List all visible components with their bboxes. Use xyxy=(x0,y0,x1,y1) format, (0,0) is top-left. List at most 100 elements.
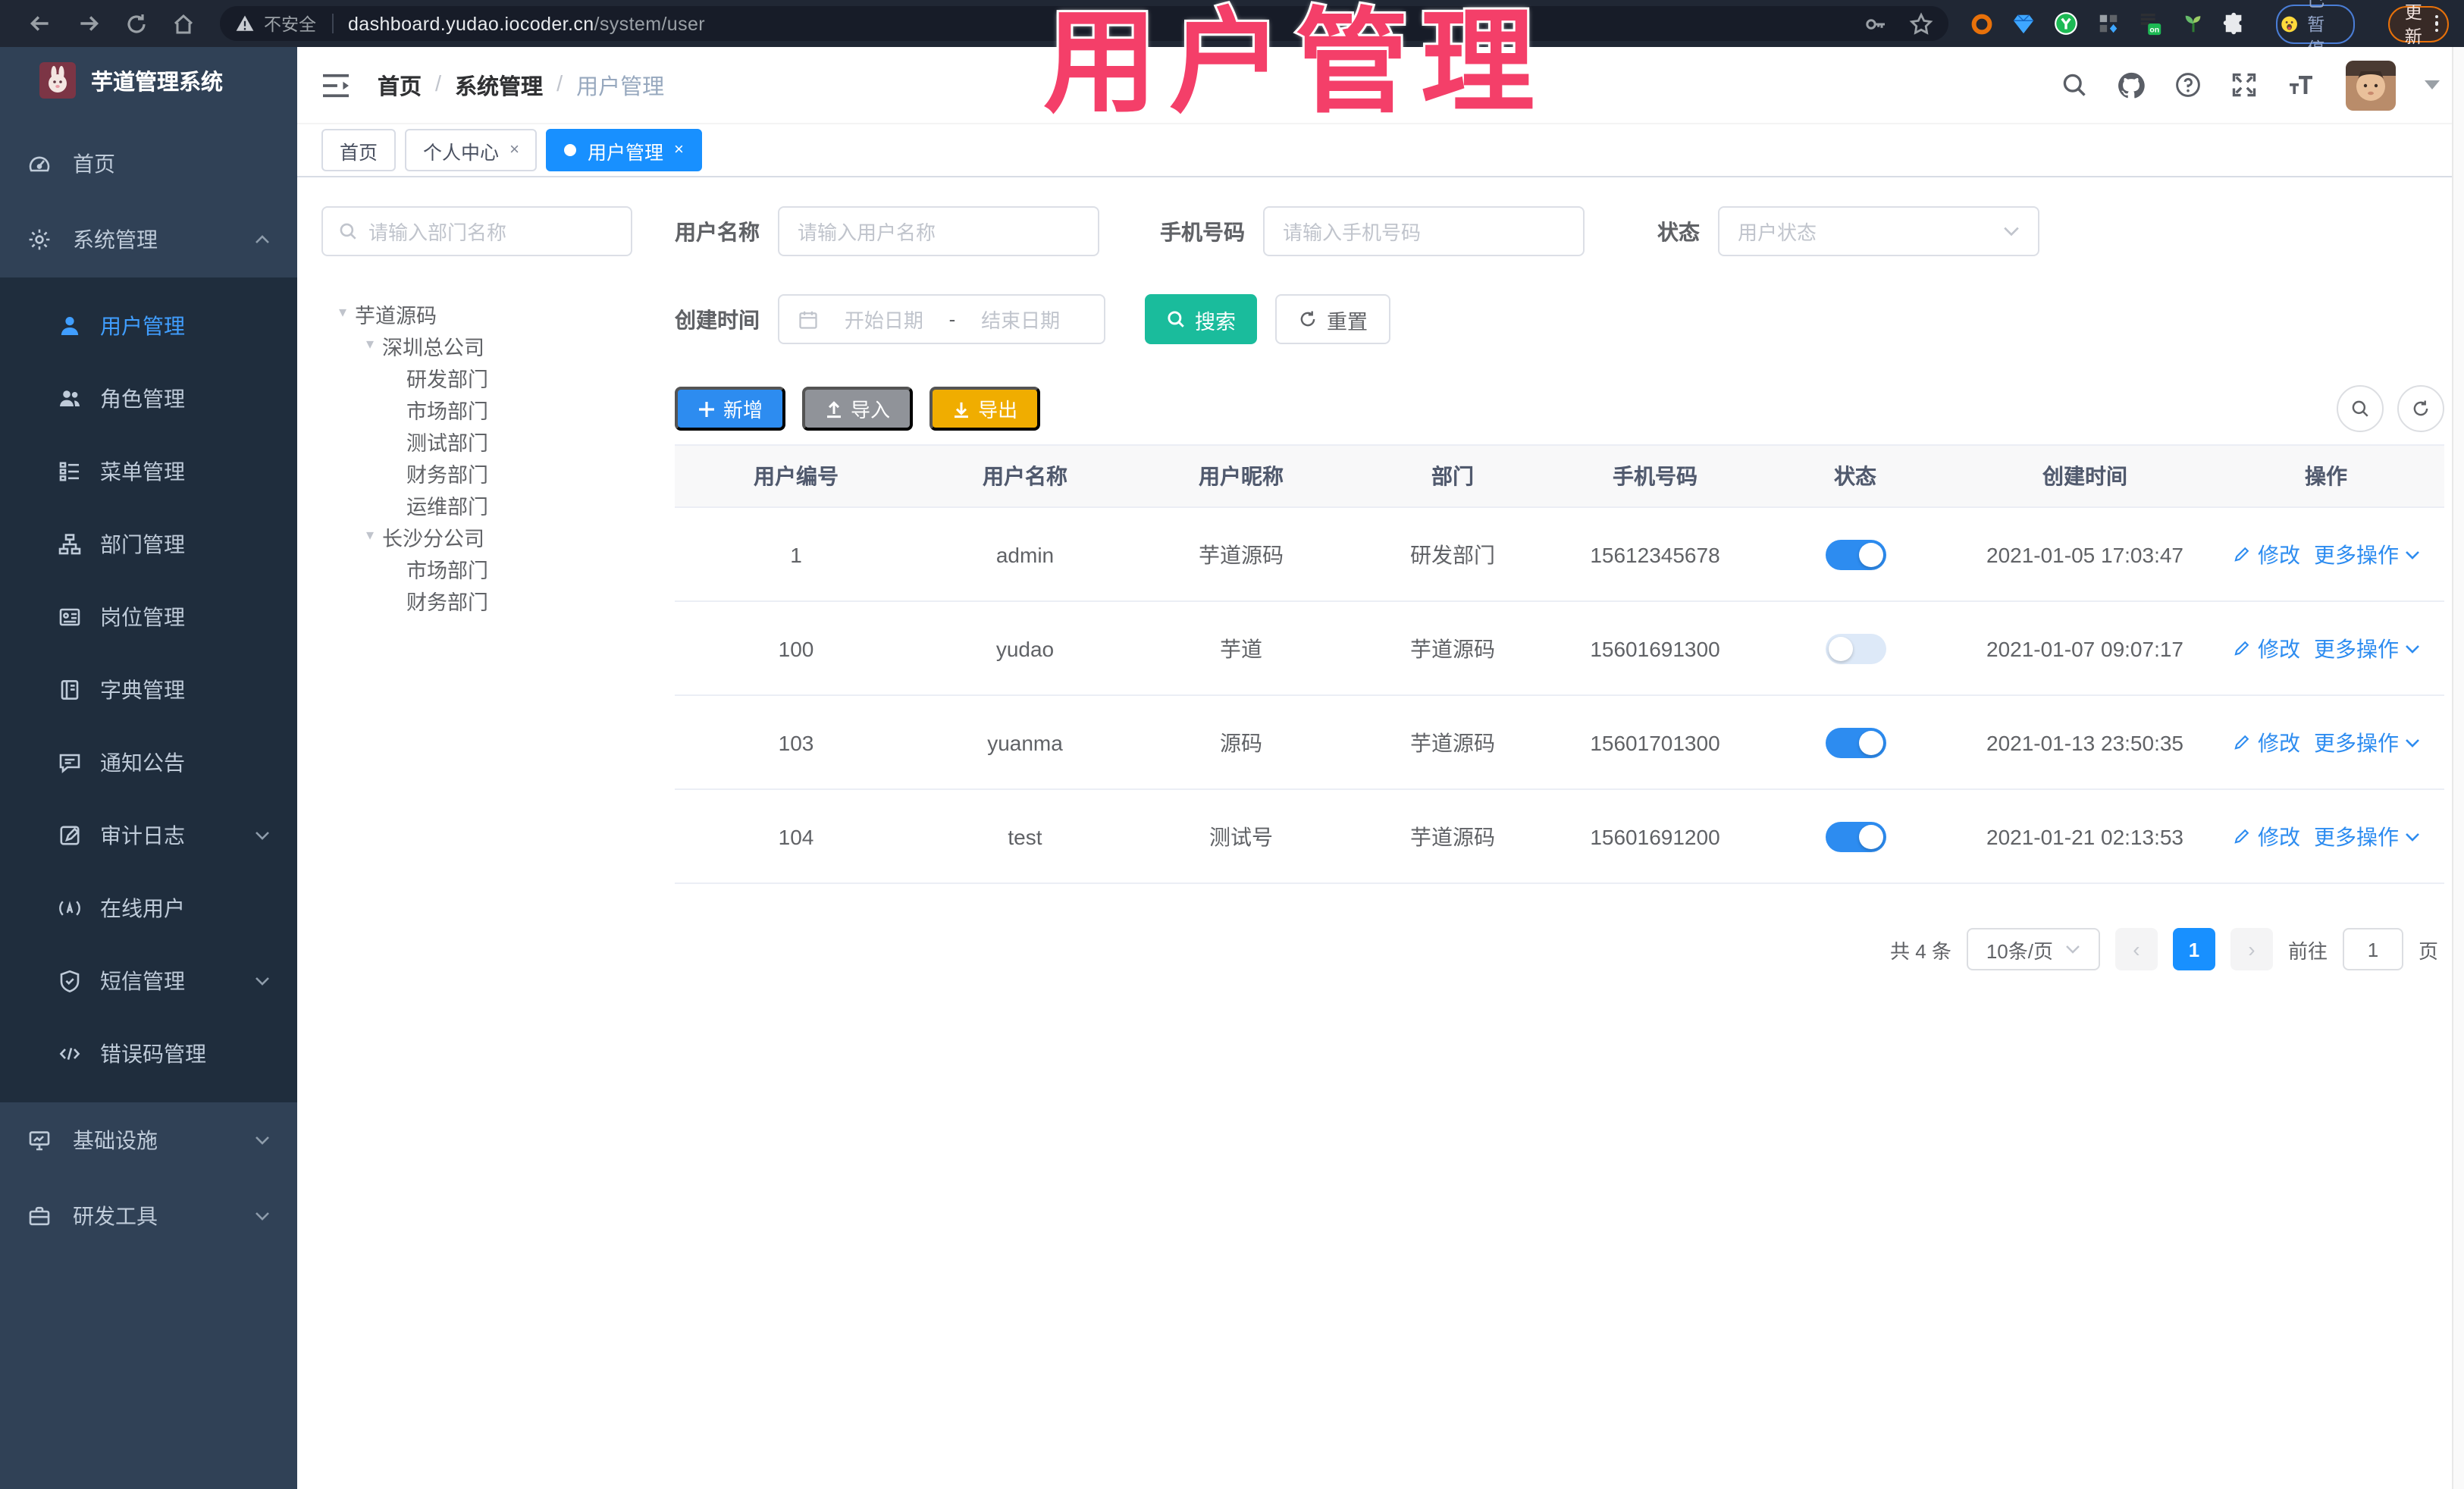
sidebar-collapse-icon[interactable] xyxy=(321,72,350,98)
header-search-icon[interactable] xyxy=(2061,71,2088,99)
chevron-down-icon[interactable] xyxy=(2405,644,2420,653)
chevron-down-icon[interactable] xyxy=(2405,738,2420,747)
bookmark-star-icon[interactable] xyxy=(1909,11,1933,36)
sidebar-item-infrastructure[interactable]: 基础设施 xyxy=(0,1102,297,1178)
help-icon[interactable] xyxy=(2174,71,2202,99)
date-start-placeholder: 开始日期 xyxy=(844,309,923,332)
goto-page-input[interactable]: 1 xyxy=(2342,928,2403,970)
tab-profile[interactable]: 个人中心 × xyxy=(405,129,538,171)
url-text[interactable]: dashboard.yudao.iocoder.cn/system/user xyxy=(348,13,705,34)
search-button[interactable]: 搜索 xyxy=(1145,294,1257,344)
next-page-button[interactable]: › xyxy=(2230,928,2273,970)
tree-node[interactable]: 市场部门 xyxy=(321,552,654,584)
tree-node[interactable]: ▾ 深圳总公司 xyxy=(321,329,654,361)
back-icon[interactable] xyxy=(27,11,53,36)
tree-node[interactable]: 测试部门 xyxy=(321,425,654,456)
sidebar-item-sms-management[interactable]: 短信管理 xyxy=(0,945,297,1017)
edit-link[interactable]: 修改 xyxy=(2258,539,2300,569)
close-icon[interactable]: × xyxy=(509,141,519,159)
username-input[interactable]: 请输入用户名称 xyxy=(778,206,1099,256)
sidebar-item-post-management[interactable]: 岗位管理 xyxy=(0,581,297,654)
sidebar-item-menu-management[interactable]: 菜单管理 xyxy=(0,435,297,508)
tree-node[interactable]: ▾ 长沙分公司 xyxy=(321,520,654,552)
prev-page-button[interactable]: ‹ xyxy=(2114,928,2158,970)
tree-node[interactable]: 财务部门 xyxy=(321,584,654,616)
mobile-input[interactable]: 请输入手机号码 xyxy=(1263,206,1585,256)
edit-link[interactable]: 修改 xyxy=(2258,633,2300,663)
more-actions-link[interactable]: 更多操作 xyxy=(2314,727,2399,757)
tree-node[interactable]: 财务部门 xyxy=(321,456,654,488)
show-search-toggle-button[interactable] xyxy=(2337,385,2384,432)
github-icon[interactable] xyxy=(2117,71,2146,99)
chevron-down-icon[interactable] xyxy=(2405,832,2420,841)
caret-down-icon[interactable]: ▾ xyxy=(358,337,382,353)
edit-link[interactable]: 修改 xyxy=(2258,821,2300,851)
app-logo[interactable]: 芋道管理系统 xyxy=(0,47,297,114)
extension-puzzle-icon[interactable] xyxy=(2223,12,2246,35)
refresh-table-button[interactable] xyxy=(2397,385,2444,432)
font-size-icon[interactable] xyxy=(2287,73,2317,97)
caret-down-icon[interactable]: ▾ xyxy=(358,528,382,544)
reset-button[interactable]: 重置 xyxy=(1275,294,1390,344)
extension-green-y-icon[interactable] xyxy=(2053,11,2079,36)
status-toggle[interactable] xyxy=(1825,727,1886,757)
tab-user-management[interactable]: 用户管理 × xyxy=(546,129,702,171)
chevron-down-icon[interactable] xyxy=(2405,550,2420,559)
home-icon[interactable] xyxy=(171,11,196,36)
sidebar-item-online-users[interactable]: 在线用户 xyxy=(0,872,297,945)
sidebar-item-dev-tools[interactable]: 研发工具 xyxy=(0,1178,297,1254)
security-chip[interactable]: 不安全 xyxy=(235,11,316,36)
add-button[interactable]: 新增 xyxy=(675,387,786,431)
update-label: 更新 xyxy=(2404,4,2422,46)
more-actions-link[interactable]: 更多操作 xyxy=(2314,539,2399,569)
sidebar-item-user-management[interactable]: 用户管理 xyxy=(0,290,297,362)
current-page[interactable]: 1 xyxy=(2172,928,2215,970)
browser-menu-icon[interactable] xyxy=(2434,14,2438,33)
password-key-icon[interactable] xyxy=(1864,11,1888,36)
browser-update-button[interactable]: 更新 xyxy=(2387,4,2449,46)
breadcrumb-system[interactable]: 系统管理 xyxy=(455,69,543,101)
sidebar-item-dict-management[interactable]: 字典管理 xyxy=(0,654,297,726)
sidebar-item-home[interactable]: 首页 xyxy=(0,126,297,202)
status-toggle[interactable] xyxy=(1825,539,1886,569)
export-button[interactable]: 导出 xyxy=(929,387,1041,431)
status-toggle[interactable] xyxy=(1825,633,1886,663)
page-size-select[interactable]: 10条/页 xyxy=(1966,928,2100,970)
tree-node[interactable]: 研发部门 xyxy=(321,361,654,393)
caret-down-icon[interactable] xyxy=(2425,80,2440,89)
close-icon[interactable]: × xyxy=(674,141,684,159)
tree-node[interactable]: 市场部门 xyxy=(321,393,654,425)
address-bar[interactable]: 不安全 dashboard.yudao.iocoder.cn/system/us… xyxy=(220,6,1948,41)
status-select[interactable]: 用户状态 xyxy=(1718,206,2039,256)
create-time-range-picker[interactable]: 开始日期 - 结束日期 xyxy=(778,294,1105,344)
sidebar-item-dept-management[interactable]: 部门管理 xyxy=(0,508,297,581)
extension-tabs-on-icon[interactable]: on xyxy=(2138,11,2164,36)
sidebar-item-audit-log[interactable]: 审计日志 xyxy=(0,799,297,872)
tree-node-root[interactable]: ▾ 芋道源码 xyxy=(321,297,654,329)
reload-icon[interactable] xyxy=(124,11,149,36)
page-scrollbar[interactable] xyxy=(2452,47,2464,1489)
more-actions-link[interactable]: 更多操作 xyxy=(2314,821,2399,851)
caret-down-icon[interactable]: ▾ xyxy=(331,305,355,321)
sidebar-item-system[interactable]: 系统管理 xyxy=(0,202,297,277)
extension-gem-icon[interactable] xyxy=(2012,12,2035,35)
forward-icon[interactable] xyxy=(76,11,102,36)
edit-link[interactable]: 修改 xyxy=(2258,727,2300,757)
status-toggle[interactable] xyxy=(1825,821,1886,851)
sidebar-item-error-code[interactable]: 错误码管理 xyxy=(0,1017,297,1090)
extension-grid-icon[interactable] xyxy=(2097,12,2120,35)
user-avatar[interactable] xyxy=(2346,60,2396,110)
profile-paused-chip[interactable]: 已暂停 xyxy=(2276,0,2355,58)
tree-node[interactable]: 运维部门 xyxy=(321,488,654,520)
extension-orange-ring-icon[interactable] xyxy=(1970,11,1994,36)
sidebar-item-role-management[interactable]: 角色管理 xyxy=(0,362,297,435)
sidebar-item-notice[interactable]: 通知公告 xyxy=(0,726,297,799)
more-actions-link[interactable]: 更多操作 xyxy=(2314,633,2399,663)
extension-sprout-icon[interactable] xyxy=(2182,12,2205,35)
tree-node-label: 长沙分公司 xyxy=(382,527,484,550)
dept-search-input[interactable]: 请输入部门名称 xyxy=(321,206,632,256)
tab-home[interactable]: 首页 xyxy=(321,129,397,171)
breadcrumb-home[interactable]: 首页 xyxy=(378,69,422,101)
import-button[interactable]: 导入 xyxy=(802,387,914,431)
fullscreen-icon[interactable] xyxy=(2230,71,2258,99)
